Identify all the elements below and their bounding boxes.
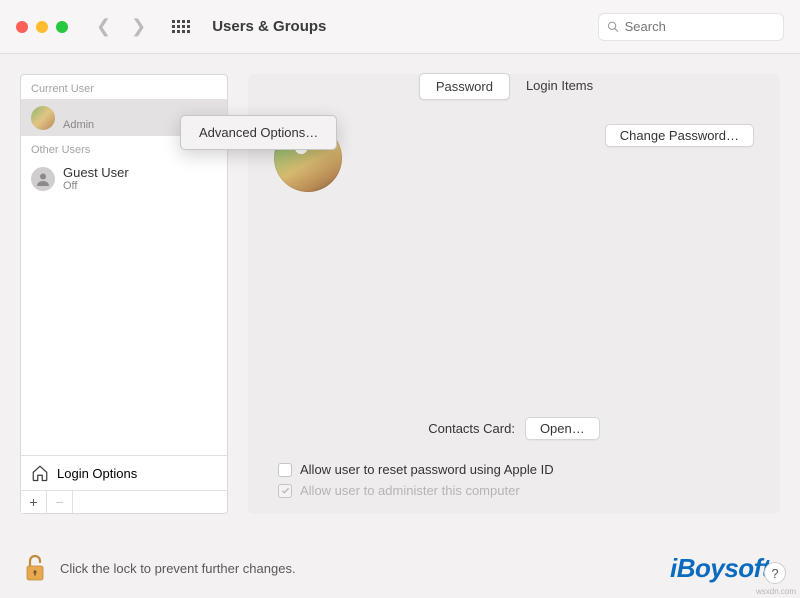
lock-text: Click the lock to prevent further change…	[60, 561, 658, 576]
titlebar: ❮ ❯ Users & Groups	[0, 0, 800, 54]
fullscreen-icon[interactable]	[56, 21, 68, 33]
add-remove-bar: + −	[21, 490, 227, 513]
bottom-bar: Click the lock to prevent further change…	[0, 538, 800, 598]
allow-reset-label: Allow user to reset password using Apple…	[300, 462, 554, 477]
watermark: wsxdn.com	[756, 587, 796, 596]
window-controls	[16, 21, 68, 33]
brand-logo: iBoysoft	[670, 553, 770, 584]
change-password-button[interactable]: Change Password…	[605, 124, 754, 147]
back-icon[interactable]: ❮	[96, 16, 111, 37]
tab-password[interactable]: Password	[419, 73, 510, 100]
allow-admin-label: Allow user to administer this computer	[300, 483, 520, 498]
login-options-row[interactable]: Login Options	[21, 455, 227, 490]
allow-admin-row: Allow user to administer this computer	[248, 479, 780, 500]
open-contacts-button[interactable]: Open…	[525, 417, 600, 440]
close-icon[interactable]	[16, 21, 28, 33]
user-role: Admin	[63, 119, 94, 131]
help-button[interactable]: ?	[764, 562, 786, 584]
guest-avatar-icon	[31, 167, 55, 191]
search-icon	[607, 20, 619, 33]
search-field[interactable]	[598, 13, 784, 41]
window-title: Users & Groups	[212, 18, 598, 35]
guest-user-name: Guest User	[63, 165, 129, 180]
add-user-button[interactable]: +	[21, 491, 47, 513]
home-icon	[31, 464, 49, 482]
remove-user-button: −	[47, 491, 73, 513]
allow-admin-checkbox	[278, 484, 292, 498]
forward-icon[interactable]: ❯	[131, 16, 146, 37]
lock-icon[interactable]	[22, 553, 48, 583]
current-user-label: Current User	[21, 75, 227, 99]
guest-user-row[interactable]: Guest User Off	[21, 160, 227, 197]
search-input[interactable]	[625, 19, 775, 34]
minimize-icon[interactable]	[36, 21, 48, 33]
contacts-card-label: Contacts Card:	[428, 421, 515, 436]
tab-login-items[interactable]: Login Items	[510, 73, 609, 100]
contacts-card-row: Contacts Card: Open…	[248, 417, 780, 440]
allow-reset-checkbox[interactable]	[278, 463, 292, 477]
check-icon	[281, 486, 290, 495]
login-options-label: Login Options	[57, 466, 137, 481]
guest-user-sub: Off	[63, 180, 129, 192]
allow-reset-row[interactable]: Allow user to reset password using Apple…	[248, 458, 780, 479]
users-sidebar: Current User i Admin Other Users Guest U…	[20, 74, 228, 514]
avatar-icon	[31, 106, 55, 130]
nav-arrows: ❮ ❯	[96, 16, 146, 37]
all-prefs-icon[interactable]	[172, 20, 190, 33]
advanced-options-item[interactable]: Advanced Options…	[185, 122, 332, 143]
context-menu: Advanced Options…	[180, 115, 337, 150]
tabs: Password Login Items	[248, 73, 780, 100]
